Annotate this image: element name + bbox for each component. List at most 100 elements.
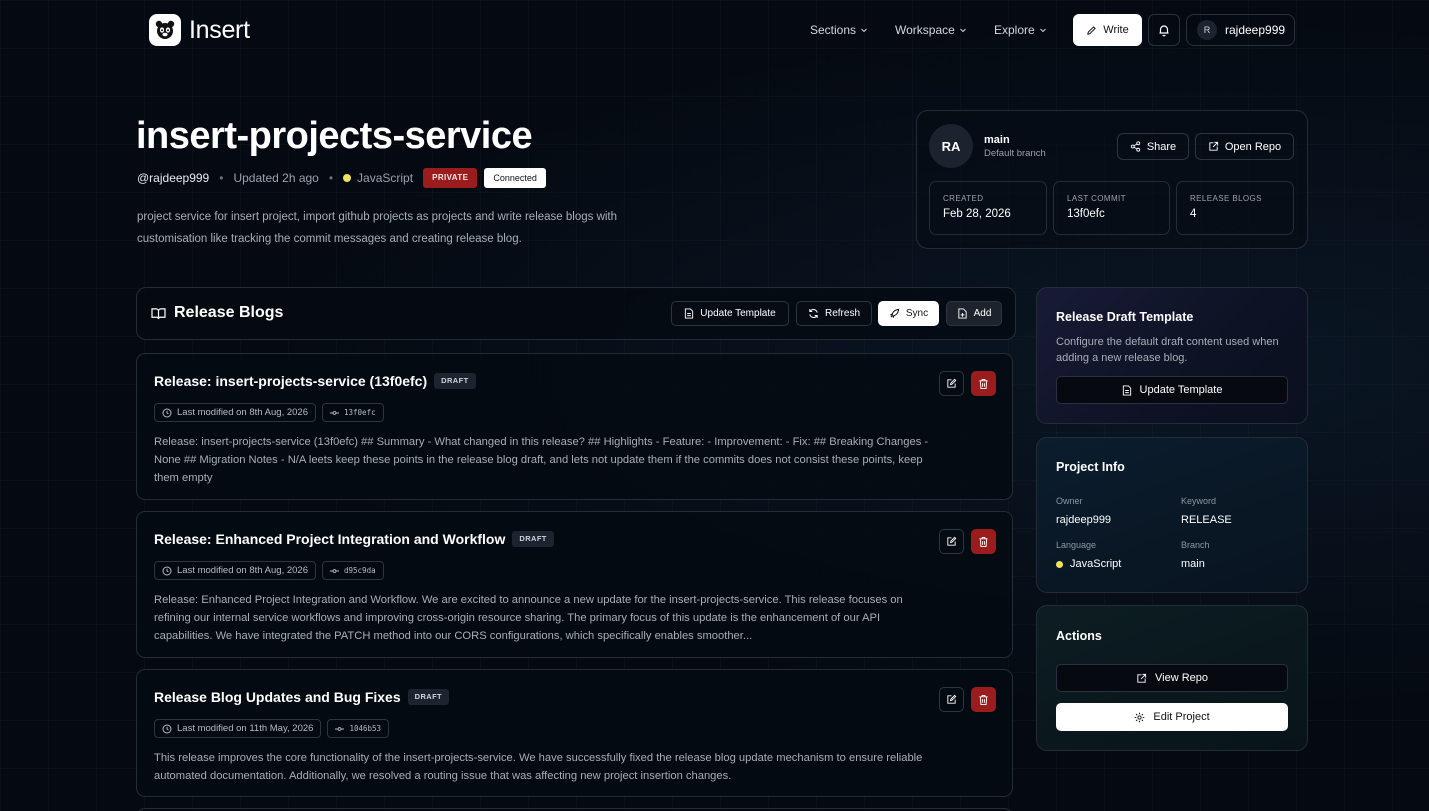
modified-chip: Last modified on 11th May, 2026 xyxy=(154,719,322,738)
user-menu[interactable]: R rajdeep999 xyxy=(1186,14,1295,46)
post-title-row: Release Blog Updates and Bug Fixes DRAFT xyxy=(154,689,450,705)
commit-hash: d95c9da xyxy=(344,566,376,575)
field-value: main xyxy=(1181,558,1205,570)
post-title-row: Release: Enhanced Project Integration an… xyxy=(154,531,554,547)
field-label: Language xyxy=(1056,540,1097,550)
separator-dot: • xyxy=(328,170,334,185)
draft-badge: DRAFT xyxy=(407,689,450,705)
edit-icon xyxy=(947,694,957,704)
updated-time: Updated 2h ago xyxy=(233,170,319,185)
git-commit-icon xyxy=(335,726,345,731)
external-link-icon xyxy=(1137,673,1147,683)
separator-dot: • xyxy=(219,170,224,185)
nav-sections[interactable]: Sections xyxy=(810,22,868,38)
edit-button[interactable] xyxy=(939,687,964,712)
stat-value: Feb 28, 2026 xyxy=(943,208,1011,220)
trash-icon xyxy=(979,536,988,547)
share-button[interactable]: Share xyxy=(1117,133,1189,160)
external-link-icon xyxy=(1209,141,1218,151)
clock-icon xyxy=(162,724,172,733)
panda-logo-icon xyxy=(155,20,175,39)
modified-chip: Last modified on 8th Aug, 2026 xyxy=(154,561,316,580)
edit-project-button[interactable]: Edit Project xyxy=(1056,703,1288,731)
nav-label: Workspace xyxy=(895,23,955,37)
view-repo-label: View Repo xyxy=(1155,672,1208,684)
view-repo-button[interactable]: View Repo xyxy=(1056,664,1288,692)
share-icon xyxy=(1130,141,1140,152)
actions-card: Actions View Repo Edit Project xyxy=(1036,605,1308,751)
app-name[interactable]: Insert xyxy=(189,14,250,46)
edit-icon xyxy=(947,536,957,546)
file-plus-icon xyxy=(957,308,967,319)
nav-explore[interactable]: Explore xyxy=(994,22,1047,38)
stat-value: 13f0efc xyxy=(1067,208,1105,220)
chevron-down-icon xyxy=(959,28,966,33)
delete-button[interactable] xyxy=(971,371,996,396)
field-label: Keyword xyxy=(1181,496,1217,506)
language-color-dot xyxy=(1056,560,1063,568)
update-template-button[interactable]: Update Template xyxy=(1056,376,1288,404)
edit-button[interactable] xyxy=(939,529,964,554)
section-title: Release Blogs xyxy=(174,304,284,321)
edit-project-label: Edit Project xyxy=(1153,711,1210,723)
clock-icon xyxy=(162,408,172,417)
update-template-button[interactable]: Update Template xyxy=(671,301,789,326)
share-label: Share xyxy=(1146,140,1177,153)
pencil-icon xyxy=(1087,25,1097,35)
delete-button[interactable] xyxy=(971,529,996,554)
owner-handle[interactable]: @rajdeep999 xyxy=(137,171,209,185)
post-title[interactable]: Release Blog Updates and Bug Fixes xyxy=(154,689,401,705)
draft-badge: DRAFT xyxy=(512,531,554,547)
nav-label: Explore xyxy=(994,23,1035,37)
rocket-icon xyxy=(890,308,900,318)
branch-field: Branch main xyxy=(1181,540,1210,570)
field-label: Owner xyxy=(1056,496,1083,506)
post-excerpt: Release: Enhanced Project Integration an… xyxy=(154,594,903,642)
modified-text: Last modified on 8th Aug, 2026 xyxy=(177,407,308,418)
file-text-icon xyxy=(685,308,694,319)
release-draft-template-card: Release Draft Template Configure the def… xyxy=(1036,287,1308,424)
edit-button[interactable] xyxy=(939,371,964,396)
branch-subtitle: Default branch xyxy=(984,148,1046,159)
add-button[interactable]: Add xyxy=(946,301,1002,326)
sync-button[interactable]: Sync xyxy=(878,301,939,326)
post-title[interactable]: Release: insert-projects-service (13f0ef… xyxy=(154,373,427,389)
post-excerpt: Release: insert-projects-service (13f0ef… xyxy=(154,436,929,484)
branch-name: main xyxy=(984,134,1010,146)
gear-icon xyxy=(1135,712,1145,722)
nav-workspace[interactable]: Workspace xyxy=(895,22,967,38)
username: rajdeep999 xyxy=(1225,23,1286,37)
stat-release-blogs: RELEASE BLOGS 4 xyxy=(1176,181,1294,235)
commit-chip: 13f0efc xyxy=(322,403,384,422)
chevron-down-icon xyxy=(861,28,867,33)
edit-icon xyxy=(947,378,957,388)
refresh-button[interactable]: Refresh xyxy=(796,301,872,326)
open-repo-button[interactable]: Open Repo xyxy=(1195,133,1294,160)
notifications-button[interactable] xyxy=(1148,14,1180,46)
release-blog-card[interactable]: Release: Enhanced Project Integration an… xyxy=(136,511,1013,658)
release-blogs-title: Release Blogs xyxy=(151,304,283,322)
field-value: RELEASE xyxy=(1181,514,1232,526)
post-meta: Last modified on 8th Aug, 2026 d95c9da xyxy=(154,561,384,580)
commit-chip: 1046b53 xyxy=(327,719,390,738)
project-meta: @rajdeep999 • Updated 2h ago • JavaScrip… xyxy=(137,167,546,188)
git-commit-icon xyxy=(330,568,339,573)
clock-icon xyxy=(162,566,172,575)
write-button[interactable]: Write xyxy=(1073,14,1142,46)
release-blog-card[interactable]: Release Blog Updates and Bug Fixes DRAFT… xyxy=(136,669,1013,797)
git-commit-icon xyxy=(330,410,339,415)
file-text-icon xyxy=(1122,384,1131,396)
post-excerpt: This release improves the core functiona… xyxy=(154,752,923,782)
delete-button[interactable] xyxy=(971,687,996,712)
project-info-card: Project Info Owner rajdeep999 Keyword RE… xyxy=(1036,437,1308,593)
field-value: rajdeep999 xyxy=(1056,514,1112,526)
stat-value: 4 xyxy=(1190,208,1197,220)
page-title: insert-projects-service xyxy=(136,115,533,157)
app-logo[interactable] xyxy=(149,14,181,46)
release-blog-card[interactable]: Release: insert-projects-service (13f0ef… xyxy=(136,353,1013,500)
status-badge: Connected xyxy=(484,167,546,188)
post-title[interactable]: Release: Enhanced Project Integration an… xyxy=(154,531,505,547)
stat-created: CREATED Feb 28, 2026 xyxy=(929,181,1047,235)
card-title: Actions xyxy=(1056,629,1102,643)
bell-icon xyxy=(1159,25,1169,37)
